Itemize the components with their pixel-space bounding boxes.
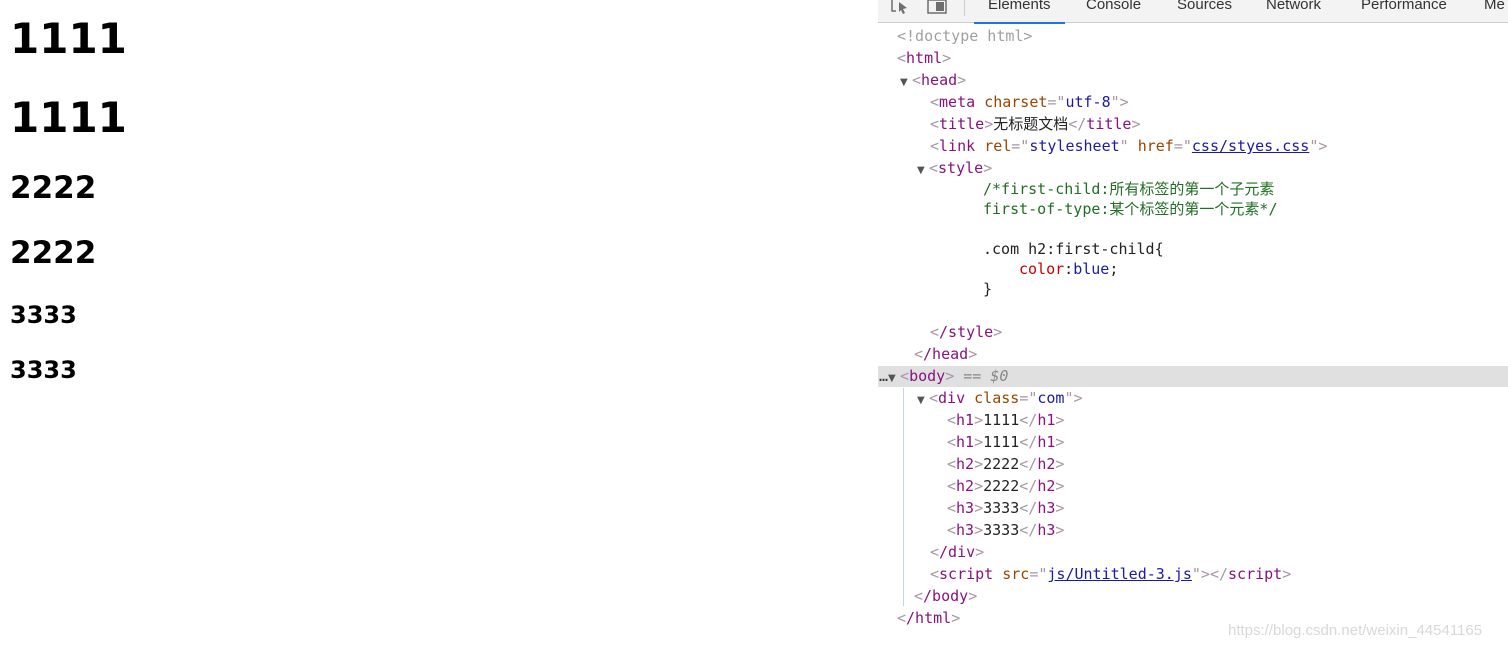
devtools-panel: Elements Console Sources Network Perform…	[878, 0, 1508, 650]
heading-h1: 1111	[10, 93, 127, 142]
heading-h2: 2222	[10, 170, 97, 206]
css-comment: first-of-type:某个标签的第一个元素*/	[983, 200, 1278, 218]
rendered-page: 1111 1111 2222 2222 3333 3333	[0, 0, 878, 650]
dom-node-link[interactable]: <link rel="stylesheet" href="css/styes.c…	[930, 135, 1327, 157]
tab-elements[interactable]: Elements	[974, 0, 1065, 24]
dom-node-title[interactable]: <title>无标题文档</title>	[930, 113, 1140, 135]
expand-triangle-icon[interactable]: ▼	[917, 390, 929, 412]
dom-node-head-close[interactable]: </head>	[914, 343, 977, 365]
dom-node-html-close[interactable]: </html>	[897, 607, 960, 629]
dom-node-h2[interactable]: <h2>2222</h2>	[947, 453, 1064, 475]
css-declaration: color:blue;	[1019, 260, 1119, 278]
dom-node-h1[interactable]: <h1>1111</h1>	[947, 409, 1064, 431]
more-options-icon[interactable]: …	[879, 367, 888, 385]
script-link[interactable]: js/Untitled-3.js	[1047, 565, 1192, 583]
dom-node-style[interactable]: ▼ <style>	[917, 157, 992, 179]
dom-node-h1[interactable]: <h1>1111</h1>	[947, 431, 1064, 453]
devtools-tab-bar: Elements Console Sources Network Perform…	[878, 0, 1508, 24]
dom-node-style-close[interactable]: </style>	[930, 321, 1002, 343]
tab-network[interactable]: Network	[1266, 0, 1321, 22]
expand-triangle-icon[interactable]: ▼	[917, 160, 929, 182]
dom-node-head[interactable]: ▼ <head>	[900, 69, 966, 91]
heading-h2: 2222	[10, 235, 97, 271]
watermark: https://blog.csdn.net/weixin_44541165	[1228, 622, 1483, 639]
indent-guide	[903, 388, 904, 606]
tab-performance[interactable]: Performance	[1361, 0, 1447, 22]
tab-sources[interactable]: Sources	[1177, 0, 1232, 22]
heading-h1: 1111	[10, 14, 127, 63]
css-comment: /*first-child:所有标签的第一个子元素	[983, 180, 1275, 198]
tab-more[interactable]: Me	[1484, 0, 1505, 22]
dom-node-doctype[interactable]: <!doctype html>	[897, 25, 1032, 47]
dom-node-h3[interactable]: <h3>3333</h3>	[947, 519, 1064, 541]
dom-node-h2[interactable]: <h2>2222</h2>	[947, 475, 1064, 497]
device-toolbar-icon[interactable]	[927, 0, 947, 16]
heading-h3: 3333	[10, 301, 77, 329]
css-close-brace: }	[983, 280, 993, 298]
dom-node-meta[interactable]: <meta charset="utf-8">	[930, 91, 1129, 113]
stylesheet-link[interactable]: css/styes.css	[1192, 137, 1309, 155]
tab-console[interactable]: Console	[1086, 0, 1141, 22]
dom-node-body-close[interactable]: </body>	[914, 585, 977, 607]
dom-node-html[interactable]: <html>	[897, 47, 951, 69]
dom-node-script[interactable]: <script src="js/Untitled-3.js"></script>	[930, 563, 1291, 585]
expand-triangle-icon[interactable]: ▼	[900, 72, 912, 94]
dom-node-body[interactable]: …▼ <body> == $0	[879, 365, 1008, 387]
heading-h3: 3333	[10, 356, 77, 384]
toolbar-divider	[964, 0, 965, 16]
inspect-element-icon[interactable]	[891, 0, 911, 16]
dom-node-h3[interactable]: <h3>3333</h3>	[947, 497, 1064, 519]
dom-node-div-com[interactable]: ▼ <div class="com">	[917, 387, 1083, 409]
dom-node-div-close[interactable]: </div>	[930, 541, 984, 563]
expand-triangle-icon[interactable]: ▼	[888, 368, 900, 390]
css-selector: .com h2:first-child{	[983, 240, 1164, 258]
